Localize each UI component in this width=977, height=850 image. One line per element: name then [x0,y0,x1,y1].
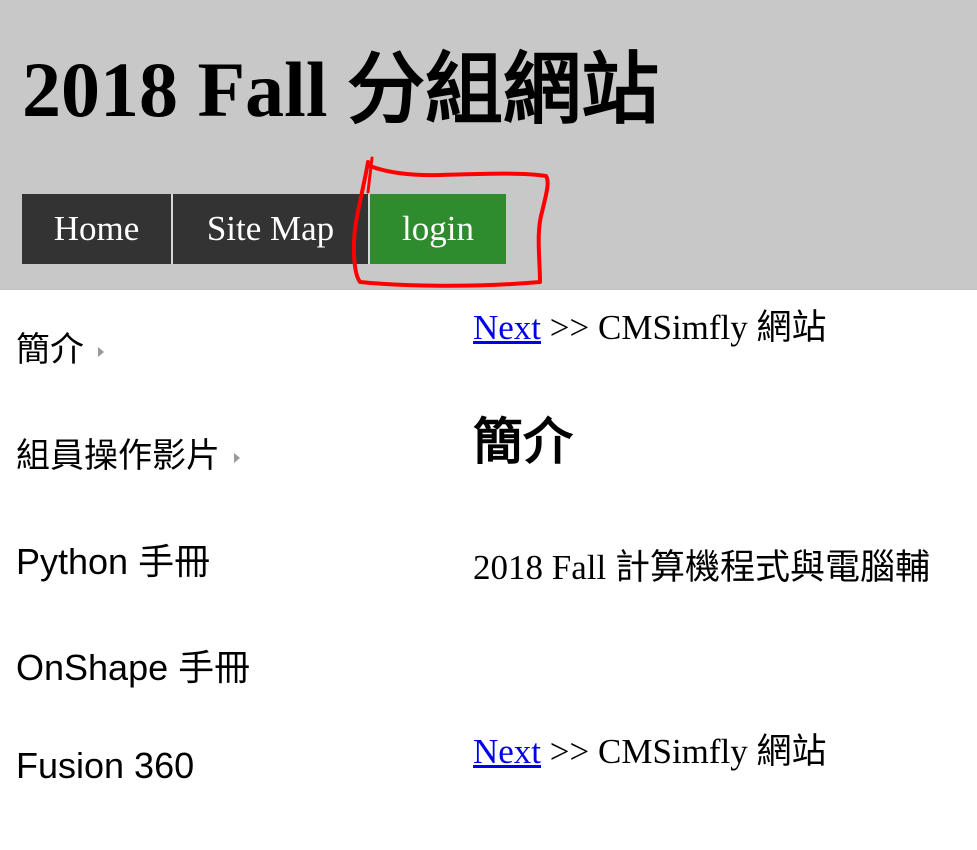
sidebar-item-label: Python 手冊 [16,541,211,582]
intro-paragraph: 2018 Fall 計算機程式與電腦輔 [473,548,930,587]
breadcrumb-text: >> CMSimfly 網站 [549,732,827,771]
sidebar-item-label: Fusion 360 [16,745,195,786]
site-title: 2018 Fall 分組網站 [22,46,659,133]
breadcrumb-bottom: Next >> CMSimfly 網站 [473,730,827,774]
breadcrumb-top: Next >> CMSimfly 網站 [473,306,827,350]
sidebar-item-label: 簡介 [16,330,84,370]
sidebar-item-python-manual[interactable]: Python 手冊 [16,540,210,585]
submenu-arrow-icon [234,452,240,463]
top-nav: Home Site Map login [22,194,506,264]
nav-site-map[interactable]: Site Map [173,194,370,264]
breadcrumb-text: >> CMSimfly 網站 [549,308,827,347]
nav-home[interactable]: Home [22,194,173,264]
nav-login[interactable]: login [370,194,506,264]
sidebar-item-intro[interactable]: 簡介 [16,328,104,372]
site-header: 2018 Fall 分組網站 Home Site Map login [0,0,977,290]
sidebar-item-member-videos[interactable]: 組員操作影片 [16,434,240,478]
submenu-arrow-icon [98,346,104,357]
next-link[interactable]: Next [473,308,541,347]
page-heading: 簡介 [473,413,573,471]
sidebar-item-label: OnShape 手冊 [16,647,251,688]
sidebar-item-onshape-manual[interactable]: OnShape 手冊 [16,646,250,691]
next-link[interactable]: Next [473,732,541,771]
sidebar-item-fusion-360[interactable]: Fusion 360 [16,744,194,789]
sidebar-item-label: 組員操作影片 [16,436,220,476]
